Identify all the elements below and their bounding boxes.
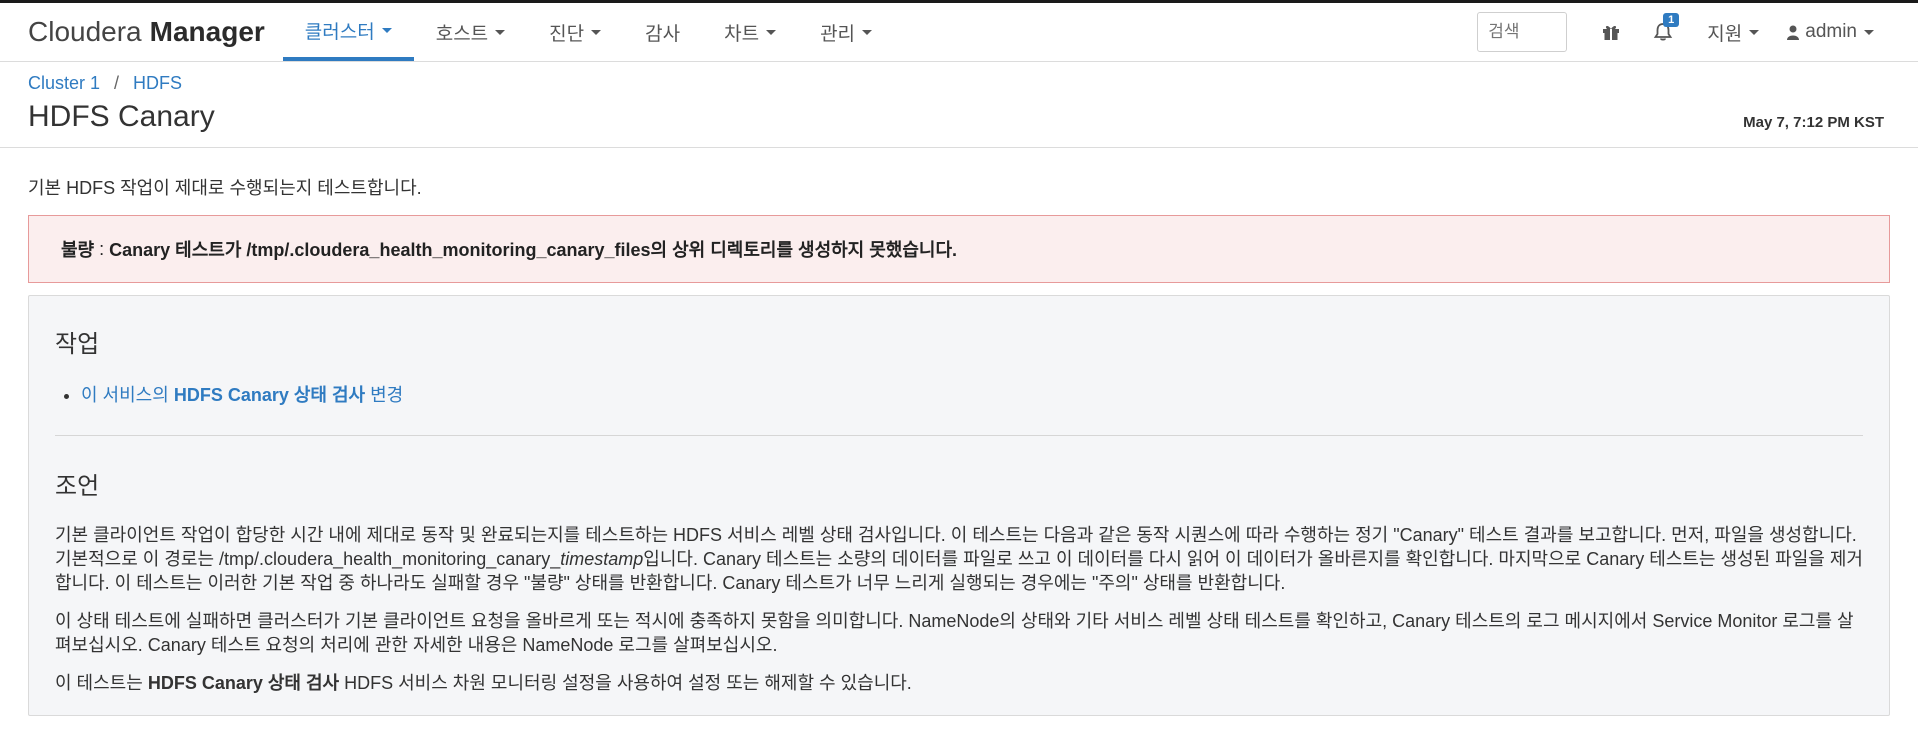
main-content: 기본 HDFS 작업이 제대로 수행되는지 테스트합니다. 불량 : Canar… xyxy=(0,174,1918,716)
brand-bold: Manager xyxy=(149,16,265,47)
alert-separator: : xyxy=(99,238,105,259)
user-menu[interactable]: admin xyxy=(1773,21,1888,43)
chevron-down-icon xyxy=(1749,29,1760,35)
advice-body: 기본 클라이언트 작업이 합당한 시간 내에 제대로 동작 및 완료되는지를 테… xyxy=(55,523,1863,695)
nav-label: 감사 xyxy=(645,23,681,45)
chevron-down-icon xyxy=(381,27,392,33)
breadcrumb-hdfs[interactable]: HDFS xyxy=(133,73,182,94)
page-timestamp[interactable]: May 7, 7:12 PM KST xyxy=(1743,114,1884,131)
support-menu[interactable]: 지원 xyxy=(1693,19,1773,46)
nav-charts[interactable]: 차트 xyxy=(702,3,798,61)
nav-label: 호스트 xyxy=(435,23,489,45)
support-label: 지원 xyxy=(1707,23,1743,45)
test-description: 기본 HDFS 작업이 제대로 수행되는지 테스트합니다. xyxy=(28,178,422,198)
advice-paragraph-1: 기본 클라이언트 작업이 합당한 시간 내에 제대로 동작 및 완료되는지를 테… xyxy=(55,523,1863,595)
right-nav: 1 지원 admin xyxy=(1477,3,1918,61)
nav-label: 관리 xyxy=(820,23,856,45)
page-header: Cluster 1 / HDFS HDFS Canary May 7, 7:12… xyxy=(0,62,1918,148)
brand-light: Cloudera xyxy=(28,16,142,47)
nav-hosts[interactable]: 호스트 xyxy=(414,3,527,61)
advice-p3-suffix: HDFS 서비스 차원 모니터링 설정을 사용하여 설정 또는 해제할 수 있습… xyxy=(344,673,912,693)
advice-p1-italic: timestamp xyxy=(560,549,644,569)
change-health-check-link[interactable]: 이 서비스의 HDFS Canary 상태 검사 변경 xyxy=(81,385,403,405)
link-suffix: 변경 xyxy=(370,385,404,405)
breadcrumb-separator: / xyxy=(114,73,120,93)
actions-heading: 작업 xyxy=(55,331,100,358)
gift-button[interactable] xyxy=(1589,12,1633,52)
link-bold: HDFS Canary 상태 검사 xyxy=(173,385,366,405)
nav-audits[interactable]: 감사 xyxy=(623,3,702,61)
search-input[interactable] xyxy=(1477,12,1568,52)
user-icon xyxy=(1787,25,1800,40)
actions-list: 이 서비스의 HDFS Canary 상태 검사 변경 xyxy=(81,381,1863,407)
advice-heading: 조언 xyxy=(55,473,100,500)
advice-paragraph-2: 이 상태 테스트에 실패하면 클러스터가 기본 클라이언트 요청을 올바르게 또… xyxy=(55,611,1854,655)
nav-label: 차트 xyxy=(724,23,760,45)
nav-clusters[interactable]: 클러스터 xyxy=(282,3,414,61)
advice-paragraph-3: 이 테스트는 HDFS Canary 상태 검사 HDFS 서비스 차원 모니터… xyxy=(55,671,1863,695)
alert-message: Canary 테스트가 /tmp/.cloudera_health_monito… xyxy=(109,240,958,260)
section-divider xyxy=(55,435,1863,436)
chevron-down-icon xyxy=(495,29,506,35)
nav-diagnostics[interactable]: 진단 xyxy=(527,3,623,61)
top-navbar: Cloudera Manager 클러스터 호스트 진단 감사 차트 관리 검색… xyxy=(0,0,1918,62)
main-nav: 클러스터 호스트 진단 감사 차트 관리 xyxy=(282,3,894,61)
link-prefix: 이 서비스의 xyxy=(81,385,169,405)
advice-p3-prefix: 이 테스트는 xyxy=(55,673,143,693)
notifications-button[interactable]: 1 xyxy=(1641,12,1685,52)
brand-logo[interactable]: Cloudera Manager xyxy=(0,3,283,61)
nav-administration[interactable]: 관리 xyxy=(798,3,894,61)
details-panel: 작업 이 서비스의 HDFS Canary 상태 검사 변경 조언 기본 클라이… xyxy=(28,295,1890,716)
notification-badge: 1 xyxy=(1663,13,1680,27)
chevron-down-icon xyxy=(591,29,602,35)
advice-p3-bold: HDFS Canary 상태 검사 xyxy=(147,673,340,693)
nav-label: 클러스터 xyxy=(304,21,375,43)
breadcrumb-cluster[interactable]: Cluster 1 xyxy=(28,73,100,94)
nav-label: 진단 xyxy=(549,23,585,45)
breadcrumb: Cluster 1 / HDFS xyxy=(28,62,1918,94)
page-title: HDFS Canary xyxy=(28,100,215,133)
gift-icon xyxy=(1603,25,1620,40)
chevron-down-icon xyxy=(1864,29,1874,35)
list-item: 이 서비스의 HDFS Canary 상태 검사 변경 xyxy=(81,381,1863,407)
health-alert: 불량 : Canary 테스트가 /tmp/.cloudera_health_m… xyxy=(28,215,1890,283)
user-label: admin xyxy=(1805,21,1857,42)
alert-level: 불량 xyxy=(61,240,95,260)
chevron-down-icon xyxy=(862,29,873,35)
chevron-down-icon xyxy=(766,29,777,35)
